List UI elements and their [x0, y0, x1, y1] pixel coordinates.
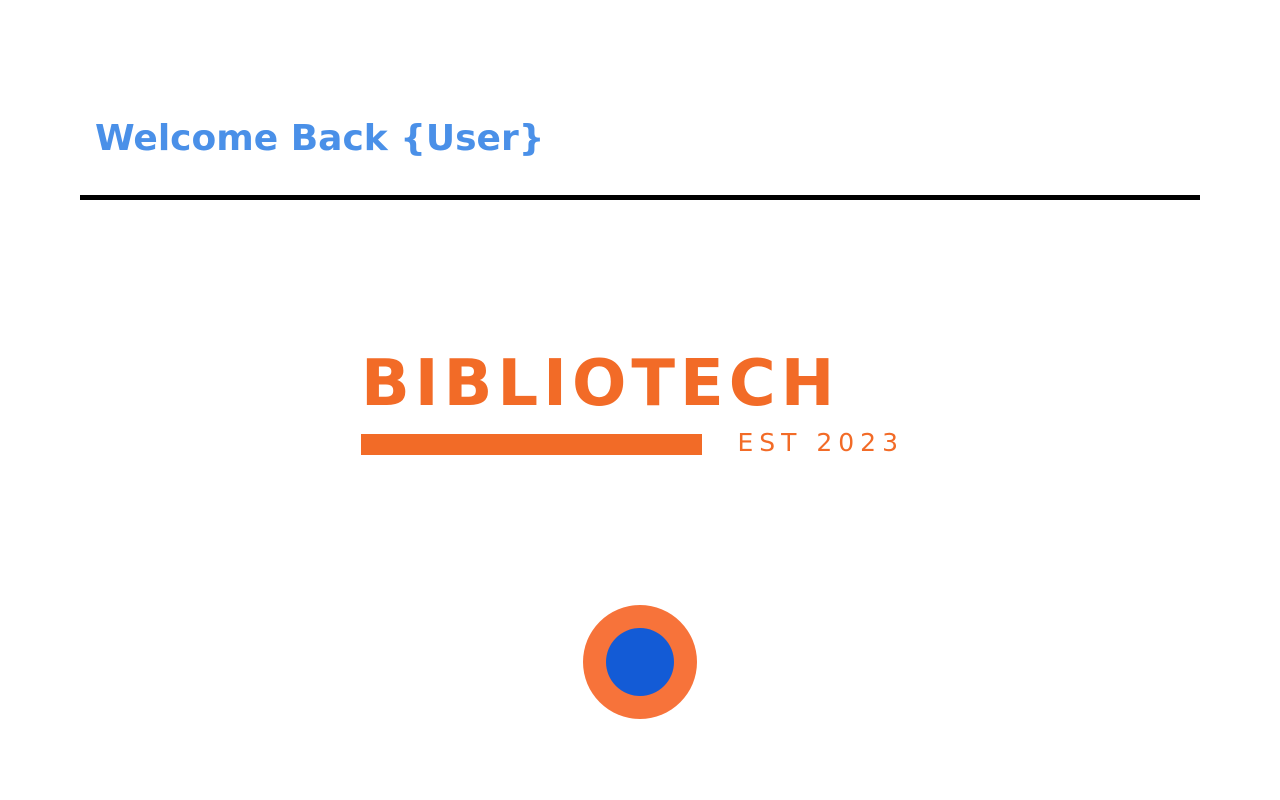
circle-action-button[interactable] [583, 605, 697, 719]
bibliotech-logo: BIBLIOTECH EST 2023 [361, 352, 906, 458]
logo-tagline: EST 2023 [737, 428, 904, 457]
logo-wordmark: BIBLIOTECH [361, 347, 840, 421]
logo-underline-bar [361, 434, 702, 455]
welcome-title: Welcome Back {User} [95, 118, 545, 159]
circle-dot-icon [606, 628, 674, 696]
header-divider [80, 195, 1200, 200]
